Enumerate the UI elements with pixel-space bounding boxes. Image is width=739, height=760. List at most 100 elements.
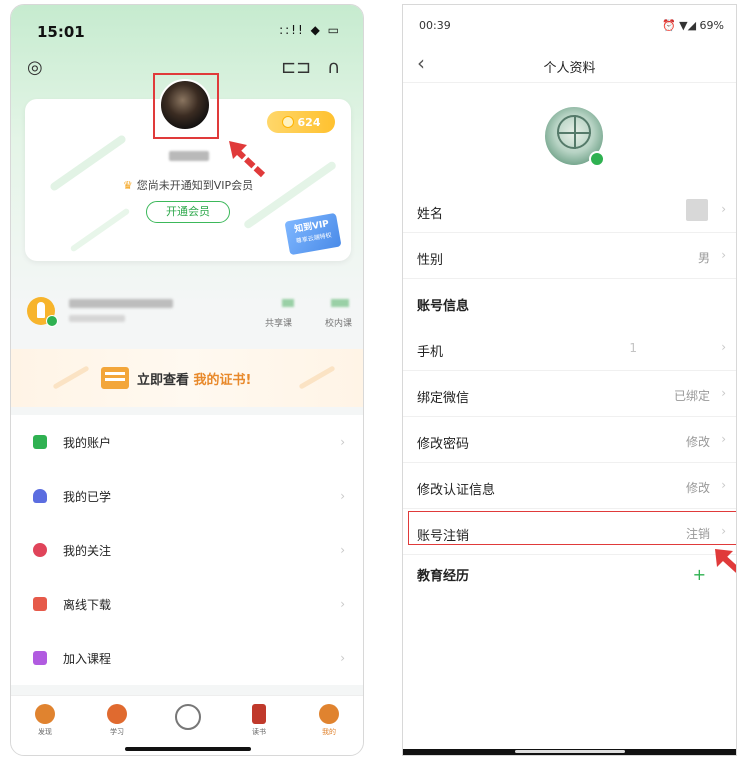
- gesture-pill[interactable]: [515, 750, 625, 753]
- open-vip-button[interactable]: 开通会员: [146, 201, 230, 223]
- chevron-right-icon: ›: [721, 248, 726, 262]
- check-badge-icon: [46, 315, 58, 327]
- tab-study[interactable]: 学习: [97, 704, 137, 737]
- status-time: 00:39: [419, 19, 451, 32]
- row-password[interactable]: 修改密码 修改 ›: [403, 417, 736, 463]
- certificate-banner-text: 立即查看 我的证书!: [137, 369, 251, 388]
- left-phone-screen: 15:01 ::!! ◆ ▭ ◎ ⊏⊐ ∩ 624 ♛ 您尚未开通知到VIP会员 …: [10, 4, 364, 756]
- tab-mine[interactable]: 我的: [309, 704, 349, 737]
- red-arrow-icon: [715, 549, 736, 573]
- row-gender[interactable]: 性别 男 ›: [403, 233, 736, 279]
- menu-label: 我的账户: [63, 435, 112, 450]
- menu-label: 离线下载: [63, 597, 112, 612]
- certificate-banner[interactable]: 立即查看 我的证书!: [11, 349, 363, 407]
- coin-count: 624: [297, 115, 321, 129]
- tab-read[interactable]: 读书: [239, 704, 279, 737]
- highlight-box-avatar: [153, 73, 219, 139]
- study-icon: [107, 704, 127, 724]
- school-emblem-icon: [175, 704, 201, 730]
- right-phone-screen: 00:39 ⏰ ▼◢ 69% ‹ 个人资料 姓名 › 性别 男 › 账号信息 手…: [402, 4, 737, 756]
- crown-icon: ♛: [122, 179, 133, 192]
- home-indicator: [125, 747, 251, 751]
- chevron-right-icon: ›: [721, 202, 726, 216]
- shared-count-blurred: [282, 299, 294, 307]
- chevron-right-icon: ›: [721, 432, 726, 446]
- tab-discover[interactable]: 发现: [25, 704, 65, 737]
- chevron-right-icon: ›: [340, 597, 345, 611]
- profile-icon: [319, 704, 339, 724]
- download-box-icon: [33, 597, 47, 611]
- add-education-icon[interactable]: +: [693, 565, 706, 584]
- phone-value: 1: [629, 341, 638, 355]
- row-label: 绑定微信: [417, 391, 470, 406]
- camera-icon[interactable]: [589, 151, 605, 167]
- coin-icon: [281, 116, 294, 128]
- row-value: 已绑定: [673, 389, 710, 403]
- row-value: 修改: [685, 481, 710, 495]
- section-education: 教育经历: [417, 569, 470, 584]
- menu-item-follow[interactable]: 我的关注 ›: [11, 523, 363, 577]
- menu-item-account[interactable]: 我的账户 ›: [11, 415, 363, 469]
- chevron-right-icon: ›: [340, 489, 345, 503]
- certificate-icon: [101, 367, 129, 389]
- shared-course-label[interactable]: 共享课: [265, 316, 292, 329]
- status-icons: ⏰ ▼◢ 69%: [661, 19, 724, 32]
- chevron-right-icon: ›: [340, 651, 345, 665]
- wallet-icon: [33, 435, 47, 449]
- headset-icon[interactable]: ∩: [327, 57, 340, 78]
- row-label: 性别: [417, 253, 444, 268]
- folder-plus-icon: [33, 651, 47, 665]
- chevron-right-icon: ›: [340, 435, 345, 449]
- coin-balance[interactable]: 624: [267, 111, 335, 133]
- tab-label: 读书: [252, 728, 266, 736]
- menu-label: 加入课程: [63, 651, 112, 666]
- chevron-right-icon: ›: [340, 543, 345, 557]
- tab-school[interactable]: [168, 704, 208, 730]
- profile-menu: 我的账户 › 我的已学 › 我的关注 › 离线下载 › 加入课程 ›: [11, 415, 363, 685]
- discover-icon: [35, 704, 55, 724]
- row-cert-info[interactable]: 修改认证信息 修改 ›: [403, 463, 736, 509]
- row-value: 男: [697, 251, 710, 265]
- status-icons: ::!! ◆ ▭: [279, 23, 341, 37]
- banner-prefix: 立即查看: [137, 373, 194, 388]
- section-account-info: 账号信息: [417, 299, 470, 314]
- verified-user-icon: [27, 297, 58, 327]
- menu-item-join-course[interactable]: 加入课程 ›: [11, 631, 363, 685]
- school-row[interactable]: 共享课 校内课: [11, 287, 363, 339]
- highlight-box-cancel: [408, 511, 736, 545]
- student-id-blurred: [69, 315, 125, 322]
- vip-note: ♛ 您尚未开通知到VIP会员: [11, 177, 363, 193]
- row-name[interactable]: 姓名 ›: [403, 187, 736, 233]
- red-arrow-icon: [229, 141, 266, 178]
- tab-label: 学习: [110, 728, 124, 736]
- chevron-right-icon: ›: [721, 340, 726, 354]
- banner-decoration: [52, 365, 90, 390]
- chevron-right-icon: ›: [721, 478, 726, 492]
- username-blurred: [169, 151, 209, 161]
- school-name-blurred: [69, 299, 173, 308]
- vip-note-text: 您尚未开通知到VIP会员: [136, 179, 254, 192]
- name-value-blurred: [686, 199, 708, 221]
- banner-highlight: 我的证书!: [193, 373, 252, 388]
- card-decoration: [69, 207, 131, 253]
- ferris-wheel-image: [557, 115, 591, 149]
- status-time: 15:01: [37, 23, 85, 41]
- school-course-label[interactable]: 校内课: [325, 316, 352, 329]
- row-label: 修改密码: [417, 437, 470, 452]
- menu-item-learned[interactable]: 我的已学 ›: [11, 469, 363, 523]
- menu-item-offline[interactable]: 离线下载 ›: [11, 577, 363, 631]
- row-value: 修改: [685, 435, 710, 449]
- row-phone[interactable]: 手机 1 ›: [403, 325, 736, 371]
- menu-label: 我的已学: [63, 489, 112, 504]
- chevron-right-icon: ›: [721, 386, 726, 400]
- settings-icon[interactable]: ◎: [27, 57, 43, 78]
- graduation-cap-icon: [33, 489, 47, 503]
- row-label: 姓名: [417, 207, 444, 222]
- scan-icon[interactable]: ⊏⊐: [281, 57, 311, 78]
- nav-bar: ‹ 个人资料: [403, 45, 736, 83]
- book-icon: [252, 704, 266, 724]
- page-title: 个人资料: [543, 61, 596, 76]
- school-count-blurred: [331, 299, 349, 307]
- heart-icon: [33, 543, 47, 557]
- row-wechat[interactable]: 绑定微信 已绑定 ›: [403, 371, 736, 417]
